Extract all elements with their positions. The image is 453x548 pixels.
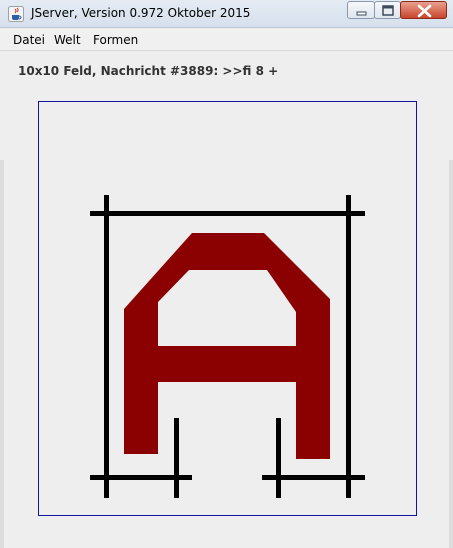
close-icon bbox=[417, 4, 432, 18]
frame-stem-left bbox=[174, 418, 179, 498]
menu-welt[interactable]: Welt bbox=[54, 33, 81, 47]
drawing-canvas[interactable] bbox=[38, 101, 417, 516]
minimize-icon bbox=[356, 11, 367, 16]
status-message: 10x10 Feld, Nachricht #3889: >>fi 8 + bbox=[18, 64, 279, 78]
window-edge-right bbox=[449, 160, 453, 548]
jserver-window: JServer, Version 0.972 Oktober 2015 Date… bbox=[0, 0, 453, 548]
frame-stem-right bbox=[276, 418, 281, 498]
maximize-button[interactable] bbox=[374, 1, 401, 19]
frame-line-right bbox=[346, 195, 351, 498]
maximize-icon bbox=[382, 5, 394, 16]
title-bar[interactable]: JServer, Version 0.972 Oktober 2015 bbox=[0, 0, 453, 28]
frame-line-top bbox=[90, 211, 365, 216]
menu-formen[interactable]: Formen bbox=[93, 33, 138, 47]
window-edge-left bbox=[0, 160, 4, 548]
drawing-surface bbox=[90, 195, 365, 498]
minimize-button[interactable] bbox=[347, 1, 375, 19]
close-button[interactable] bbox=[400, 1, 447, 19]
frame-line-left bbox=[104, 195, 109, 498]
menu-datei[interactable]: Datei bbox=[13, 33, 45, 47]
java-cup-icon[interactable] bbox=[8, 6, 24, 22]
menu-bar: Datei Welt Formen bbox=[0, 29, 453, 51]
window-title: JServer, Version 0.972 Oktober 2015 bbox=[31, 6, 251, 20]
